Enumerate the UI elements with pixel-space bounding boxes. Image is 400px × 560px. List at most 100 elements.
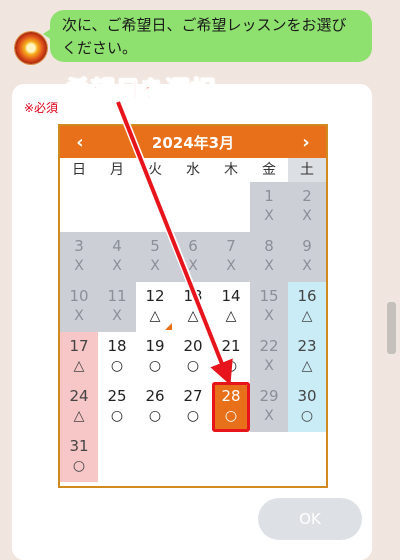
- calendar-empty-cell: [212, 182, 250, 232]
- availability-mark: X: [264, 308, 274, 324]
- calendar-day-16[interactable]: 16 △: [288, 282, 326, 332]
- day-number: 9: [302, 237, 312, 255]
- day-number: 5: [150, 237, 160, 255]
- calendar-day-29: 29 X: [250, 382, 288, 432]
- calendar-day-22: 22 X: [250, 332, 288, 382]
- day-number: 3: [74, 237, 84, 255]
- day-number: 16: [297, 287, 317, 305]
- calendar-day-20[interactable]: 20 ○: [174, 332, 212, 382]
- scrollbar[interactable]: [383, 0, 400, 560]
- calendar-day-9: 9X: [288, 232, 326, 282]
- calendar-day-15: 15 X: [250, 282, 288, 332]
- chat-message-bubble: 次に、ご希望日、ご希望レッスンをお選びください。: [43, 10, 372, 62]
- weekday-mon: 月: [110, 162, 124, 178]
- day-number: 20: [183, 337, 203, 355]
- calendar-day-28[interactable]: 28 ○: [212, 382, 250, 432]
- availability-mark: X: [112, 258, 122, 274]
- day-number: 23: [297, 337, 317, 355]
- calendar-day-5: 5X: [136, 232, 174, 282]
- day-number: 24: [69, 387, 89, 405]
- availability-mark: △: [301, 308, 313, 324]
- day-number: 22: [259, 337, 279, 355]
- chat-message-text: 次に、ご希望日、ご希望レッスンをお選びください。: [62, 16, 347, 57]
- calendar: ‹ 2024年3月 › 日 月 火 水 木 金 土 1X2X3X4X5X6X7X…: [58, 124, 328, 488]
- day-number: 10: [69, 287, 89, 305]
- availability-mark: △: [301, 358, 313, 374]
- calendar-day-17[interactable]: 17 △: [60, 332, 98, 382]
- calendar-day-30[interactable]: 30 ○: [288, 382, 326, 432]
- calendar-day-26[interactable]: 26 ○: [136, 382, 174, 432]
- availability-mark: X: [264, 258, 274, 274]
- availability-mark: ○: [110, 408, 124, 424]
- availability-mark: X: [264, 408, 274, 424]
- day-number: 8: [264, 237, 274, 255]
- day-number: 30: [297, 387, 317, 405]
- weekday-sat: 土: [288, 158, 326, 182]
- calendar-empty-cell: [60, 182, 98, 232]
- day-number: 27: [183, 387, 203, 405]
- calendar-day-24[interactable]: 24 △: [60, 382, 98, 432]
- day-number: 4: [112, 237, 122, 255]
- calendar-day-10: 10 X: [60, 282, 98, 332]
- calendar-empty-cell: [174, 182, 212, 232]
- day-number: 17: [69, 337, 89, 355]
- calendar-day-19[interactable]: 19 ○: [136, 332, 174, 382]
- availability-mark: △: [225, 308, 237, 324]
- weekday-thu: 木: [224, 162, 238, 178]
- chevron-right-icon[interactable]: ›: [296, 132, 316, 153]
- calendar-empty-cell: [136, 182, 174, 232]
- calendar-day-21[interactable]: 21 ○: [212, 332, 250, 382]
- availability-mark: △: [73, 358, 85, 374]
- calendar-day-13[interactable]: 13 △: [174, 282, 212, 332]
- availability-mark: ○: [148, 358, 162, 374]
- scrollbar-thumb[interactable]: [387, 302, 396, 354]
- calendar-day-14[interactable]: 14 △: [212, 282, 250, 332]
- availability-mark: ○: [186, 408, 200, 424]
- calendar-day-31[interactable]: 31 ○: [60, 432, 98, 482]
- calendar-day-8: 8X: [250, 232, 288, 282]
- calendar-day-11: 11 X: [98, 282, 136, 332]
- ok-button[interactable]: OK: [258, 498, 362, 540]
- day-number: 26: [145, 387, 165, 405]
- day-number: 21: [221, 337, 241, 355]
- availability-mark: ○: [110, 358, 124, 374]
- day-number: 13: [183, 287, 203, 305]
- availability-mark: ○: [300, 408, 314, 424]
- availability-mark: X: [302, 258, 312, 274]
- calendar-day-18[interactable]: 18 ○: [98, 332, 136, 382]
- availability-mark: △: [73, 408, 85, 424]
- calendar-grid: 1 X 2 X 3 X 4 X 5 X 6 X 7 X 8 X 9 X 10 X 11 X 12 △ 13 △ 14 △ 15 X 16 △ 1…: [60, 182, 326, 482]
- day-number: 19: [145, 337, 165, 355]
- weekday-row: 日 月 火 水 木 金 土: [60, 158, 326, 182]
- day-number: 15: [259, 287, 279, 305]
- availability-mark: X: [74, 308, 84, 324]
- calendar-day-23[interactable]: 23 △: [288, 332, 326, 382]
- availability-mark: ○: [72, 458, 86, 474]
- day-number: 12: [145, 287, 165, 305]
- day-number: 11: [107, 287, 127, 305]
- availability-mark: △: [149, 308, 161, 324]
- availability-mark: X: [150, 258, 160, 274]
- required-label: ※必須: [24, 101, 59, 115]
- weekday-tue: 火: [148, 162, 162, 178]
- calendar-day-25[interactable]: 25 ○: [98, 382, 136, 432]
- calendar-month-title: 2024年3月: [151, 133, 235, 152]
- availability-mark: X: [74, 258, 84, 274]
- annotation-label: 希望日を選択: [66, 76, 216, 105]
- availability-mark: ○: [186, 358, 200, 374]
- day-number: 18: [107, 337, 127, 355]
- day-number: 31: [69, 437, 89, 455]
- day-number: 2: [302, 187, 312, 205]
- availability-mark: △: [187, 308, 199, 324]
- availability-mark: X: [112, 308, 122, 324]
- availability-mark: X: [264, 208, 274, 224]
- day-number: 6: [188, 237, 198, 255]
- day-number: 14: [221, 287, 241, 305]
- calendar-day-3: 3X: [60, 232, 98, 282]
- calendar-day-12[interactable]: 12 △: [136, 282, 174, 332]
- calendar-day-27[interactable]: 27 ○: [174, 382, 212, 432]
- chevron-left-icon[interactable]: ‹: [70, 132, 90, 153]
- calendar-header: ‹ 2024年3月 ›: [60, 126, 326, 158]
- calendar-day-7: 7X: [212, 232, 250, 282]
- day-number: 28: [221, 387, 241, 405]
